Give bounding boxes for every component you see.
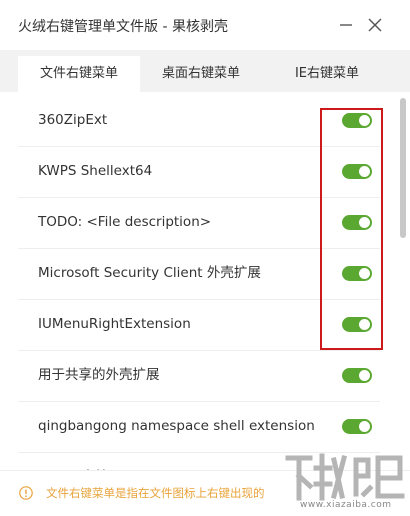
item-label: IUMenuRightExtension: [38, 316, 191, 332]
tab-ie-context-menu[interactable]: IE右键菜单: [262, 56, 392, 92]
item-label: KWPS Shellext64: [38, 163, 153, 179]
item-label: 用于共享的外壳扩展: [38, 367, 160, 383]
toggle-knob: [359, 166, 370, 177]
list-item: 360ZipExt: [18, 95, 380, 147]
toggle-knob: [359, 370, 370, 381]
list-item: 用于共享的外壳扩展: [18, 350, 380, 402]
toggle-knob: [359, 268, 370, 279]
list-item: Microsoft Security Client 外壳扩展: [18, 248, 380, 300]
item-label: 360ZipExt: [38, 112, 108, 128]
item-toggle[interactable]: [342, 215, 372, 230]
close-button[interactable]: [362, 12, 388, 38]
list-item: TODO: <File description>: [18, 197, 380, 249]
item-toggle[interactable]: [342, 419, 372, 434]
window-title: 火绒右键管理单文件版 - 果核剥壳: [18, 19, 228, 35]
item-toggle[interactable]: [342, 164, 372, 179]
minimize-button[interactable]: [333, 12, 359, 38]
menu-item-list[interactable]: 360ZipExt KWPS Shellext64 TODO: <File de…: [0, 92, 410, 470]
list-item: KWPS Shellext64: [18, 146, 380, 198]
toggle-knob: [359, 217, 370, 228]
list-item: WPS云文档: [18, 452, 380, 470]
item-label: qingbangong namespace shell extension: [38, 418, 315, 434]
item-label: WPS云文档: [38, 452, 109, 470]
vertical-scrollbar[interactable]: [398, 92, 408, 470]
item-toggle[interactable]: [342, 113, 372, 128]
item-label: Microsoft Security Client 外壳扩展: [38, 265, 261, 281]
minimize-icon: [340, 24, 352, 26]
toggle-knob: [359, 421, 370, 432]
tab-desktop-context-menu[interactable]: 桌面右键菜单: [140, 56, 262, 92]
scroll-thumb[interactable]: [400, 98, 406, 238]
title-bar: 火绒右键管理单文件版 - 果核剥壳: [0, 0, 410, 50]
item-toggle[interactable]: [342, 317, 372, 332]
list-item: IUMenuRightExtension: [18, 299, 380, 351]
tab-file-context-menu[interactable]: 文件右键菜单: [18, 56, 140, 92]
close-icon: [368, 18, 382, 32]
toggle-knob: [359, 319, 370, 330]
item-toggle[interactable]: [342, 266, 372, 281]
watermark-url: www.xiazaiba.com: [300, 500, 392, 510]
info-icon: [19, 486, 33, 500]
footer-hint-text: 文件右键菜单是指在文件图标上右键出现的: [46, 486, 265, 500]
list-item: qingbangong namespace shell extension: [18, 401, 380, 453]
item-toggle[interactable]: [342, 368, 372, 383]
item-label: TODO: <File description>: [38, 214, 212, 230]
toggle-knob: [359, 115, 370, 126]
tab-bar: 文件右键菜单 桌面右键菜单 IE右键菜单: [0, 50, 410, 92]
